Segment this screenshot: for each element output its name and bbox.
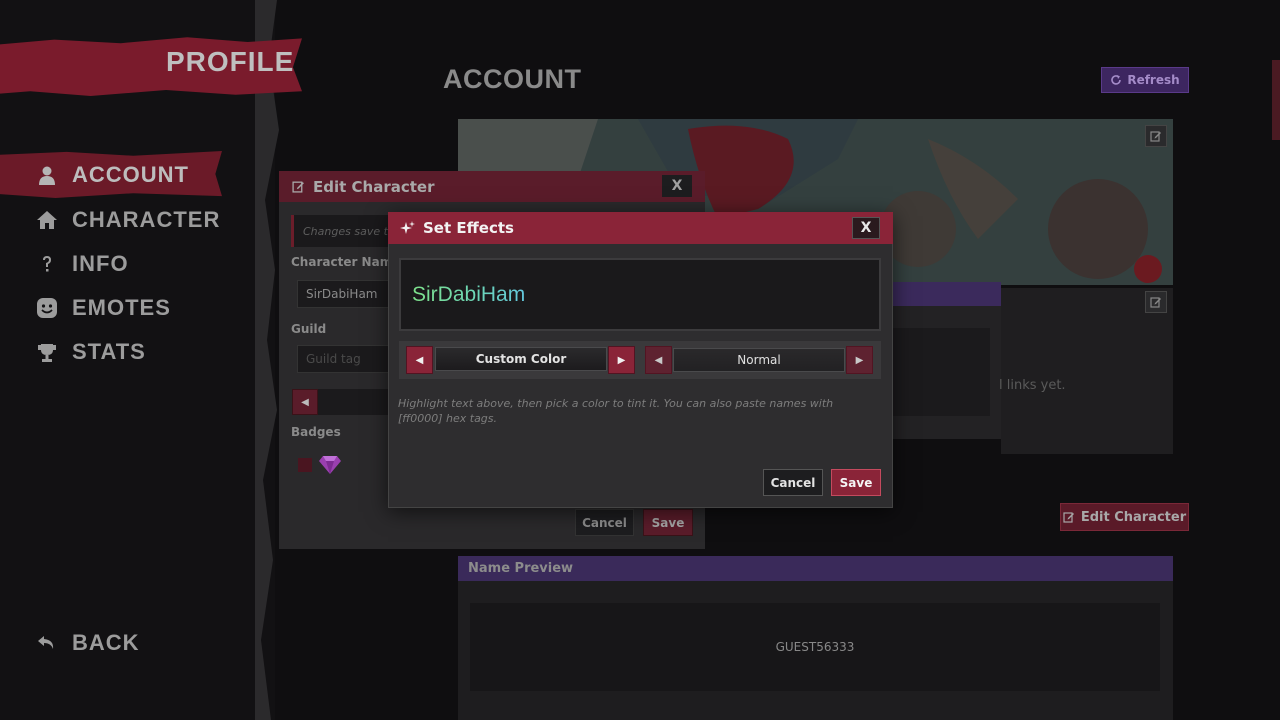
color-mode-prev-button[interactable]: ◀: [406, 346, 433, 374]
trophy-icon: [38, 344, 56, 362]
back-arrow-icon: [38, 636, 54, 649]
home-icon: [37, 211, 57, 229]
edit-character-title: Edit Character: [313, 177, 435, 196]
gem-badge-icon[interactable]: [319, 454, 341, 474]
style-mode-prev-button[interactable]: ◀: [645, 346, 672, 374]
banner-edit-button[interactable]: [1145, 125, 1167, 147]
back-label: BACK: [72, 630, 140, 655]
badges-label: Badges: [291, 425, 341, 439]
card-inner: [890, 328, 990, 416]
effects-preview-editor[interactable]: SirDabiHam: [399, 258, 881, 331]
edit-character-close-button[interactable]: X: [662, 175, 692, 197]
sidebar-item-label: CHARACTER: [72, 207, 221, 232]
sidebar-item-label: INFO: [72, 251, 129, 276]
edit-character-header: Edit Character: [279, 171, 705, 202]
selector-prev-arrow[interactable]: ◀: [292, 389, 318, 415]
sidebar-item-info[interactable]: INFO: [36, 248, 129, 280]
sidebar-item-stats[interactable]: STATS: [36, 336, 146, 368]
edit-icon: [1150, 131, 1161, 142]
person-icon: [39, 166, 55, 185]
edit-icon: [1150, 297, 1161, 308]
sparkles-icon: [400, 220, 415, 234]
style-mode-next-button[interactable]: ▶: [846, 346, 873, 374]
edit-icon: [1063, 512, 1074, 523]
set-effects-save-button[interactable]: Save: [831, 469, 881, 496]
sidebar-item-character[interactable]: CHARACTER: [36, 204, 220, 236]
set-effects-cancel-button[interactable]: Cancel: [763, 469, 823, 496]
guild-label: Guild: [291, 322, 327, 336]
links-empty-text: l links yet.: [999, 378, 1066, 393]
refresh-button[interactable]: Refresh: [1101, 67, 1189, 93]
sidebar-item-account[interactable]: ACCOUNT: [36, 159, 189, 191]
sidebar-item-label: EMOTES: [72, 295, 171, 320]
refresh-icon: [1111, 75, 1122, 85]
color-mode-next-button[interactable]: ▶: [608, 346, 635, 374]
back-button[interactable]: BACK: [36, 627, 140, 659]
guild-input[interactable]: Guild tag: [297, 345, 397, 373]
edit-character-note: Changes save to: [291, 215, 401, 247]
edit-character-label: Edit Character: [1080, 509, 1187, 525]
name-preview-header: Name Preview: [458, 556, 1173, 581]
character-name-label: Character Name: [291, 255, 401, 269]
selector-field: [318, 389, 390, 415]
refresh-label: Refresh: [1127, 73, 1180, 87]
sidebar-item-label: STATS: [72, 339, 146, 364]
edit-icon: [292, 181, 304, 193]
scroll-accent: [1272, 60, 1280, 140]
edit-character-save-button[interactable]: Save: [643, 509, 693, 536]
effects-hint-text: Highlight text above, then pick a color …: [398, 397, 834, 425]
set-effects-header: Set Effects: [388, 212, 893, 244]
sidebar-item-emotes[interactable]: EMOTES: [36, 292, 171, 324]
name-preview-value: GUEST56333: [470, 603, 1160, 691]
profile-title: PROFILE: [166, 46, 295, 77]
smiley-icon: [37, 298, 57, 318]
links-edit-button[interactable]: [1145, 291, 1167, 313]
page-title: ACCOUNT: [443, 64, 582, 94]
edit-character-button[interactable]: Edit Character: [1060, 503, 1189, 531]
badge-slot[interactable]: [298, 458, 312, 472]
question-icon: [43, 256, 51, 272]
character-name-input[interactable]: SirDabiHam: [297, 280, 397, 308]
effects-preview-text[interactable]: SirDabiHam: [412, 283, 525, 307]
edit-character-cancel-button[interactable]: Cancel: [575, 509, 634, 536]
color-mode-selector[interactable]: Custom Color: [435, 347, 607, 371]
sidebar-item-label: ACCOUNT: [72, 162, 189, 187]
set-effects-close-button[interactable]: X: [852, 217, 880, 239]
set-effects-title: Set Effects: [423, 219, 514, 237]
style-mode-selector[interactable]: Normal: [673, 348, 845, 372]
